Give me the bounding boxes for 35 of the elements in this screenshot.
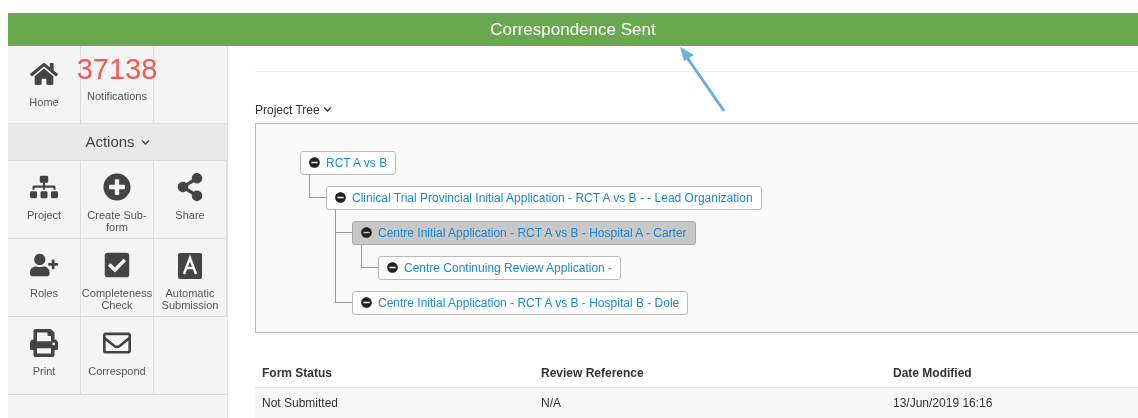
actions-toggle[interactable]: Actions — [8, 124, 227, 161]
collapse-icon[interactable] — [335, 192, 346, 204]
chevron-down-icon[interactable] — [322, 105, 332, 115]
tree-node[interactable]: RCT A vs B — [300, 150, 397, 175]
table-cell-text: 13/Jun/2019 16:16 — [892, 395, 993, 412]
share-icon — [176, 173, 204, 201]
banner-title: Correspondence Sent — [490, 18, 656, 41]
action-button[interactable]: Correspond — [81, 317, 154, 395]
add-user-icon — [30, 251, 58, 279]
collapse-icon[interactable] — [387, 262, 398, 274]
hierarchy-icon — [30, 173, 58, 201]
collapse-icon[interactable] — [361, 227, 372, 239]
column-header: Form Status — [261, 364, 333, 382]
printer-icon — [30, 329, 58, 357]
action-button[interactable]: Share — [154, 161, 227, 239]
column-header: Date Modified — [892, 364, 972, 382]
tree-node[interactable]: Centre Continuing Review Application - — [378, 255, 622, 280]
action-button[interactable]: Project — [8, 161, 81, 239]
action-button[interactable]: Create Sub-form — [81, 161, 154, 239]
tree-node[interactable]: Centre Initial Application - RCT A vs B - Hospital B - Dole — [352, 290, 689, 315]
action-button[interactable]: Roles — [8, 239, 81, 317]
letter-a-icon — [178, 253, 202, 279]
action-button[interactable]: Print — [8, 317, 81, 395]
table-cell-text: Not Submitted — [261, 395, 340, 412]
tree-node[interactable]: Clinical Trial Provincial Initial Application - RCT A vs B - - Lead Organization — [326, 185, 762, 210]
action-button[interactable]: Completeness Check — [81, 239, 154, 317]
chevron-down-icon — [140, 137, 150, 147]
checkbox-icon — [103, 251, 131, 279]
column-header: Review Reference — [540, 364, 645, 382]
collapse-icon[interactable] — [309, 157, 320, 169]
section-title: Project Tree — [255, 101, 320, 119]
home-icon — [30, 60, 58, 88]
action-button[interactable]: Automatic Submission — [154, 239, 227, 317]
table-cell-text: N/A — [540, 395, 562, 412]
collapse-icon[interactable] — [361, 297, 372, 309]
